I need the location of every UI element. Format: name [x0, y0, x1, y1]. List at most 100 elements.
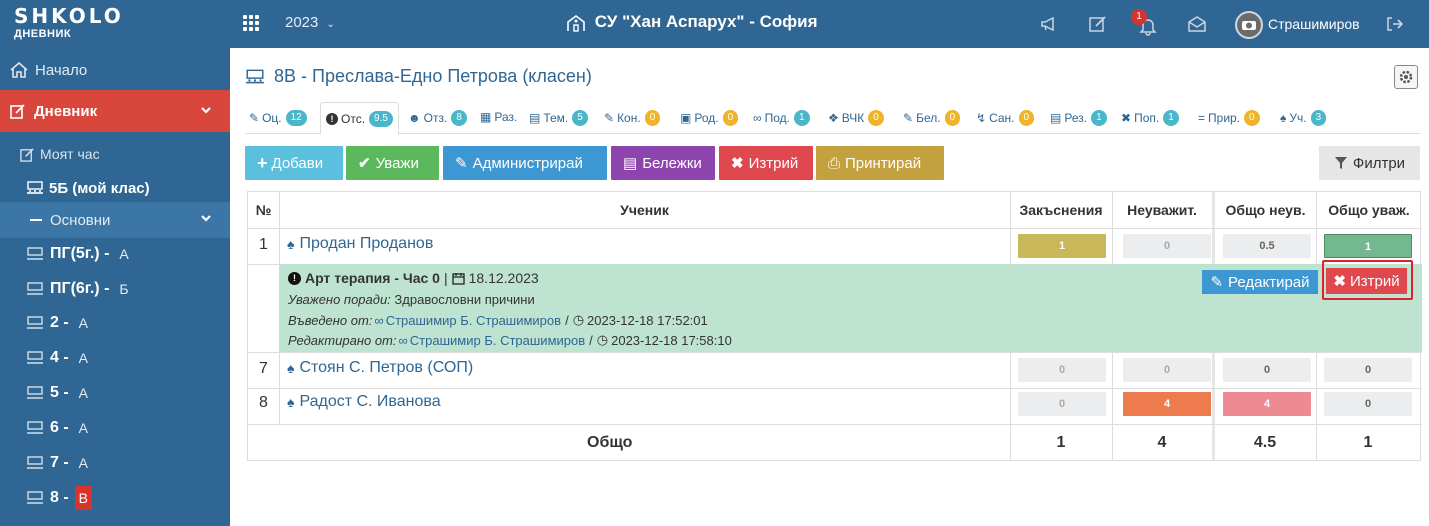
sidebar-item-basic[interactable]: Основни	[0, 202, 230, 238]
tab-count: 1	[793, 110, 810, 126]
tab-feedback[interactable]: ☻ Отз. 8	[408, 110, 467, 126]
sidebar-item-label: 5Б (мой клас)	[49, 179, 150, 197]
detail-header: ! Арт терапия - Час 0 | 18.12.2023	[288, 270, 539, 286]
logout-icon[interactable]	[1384, 14, 1404, 34]
tab-label: Род.	[694, 111, 719, 125]
tab-count: 3	[1310, 110, 1327, 126]
student-link[interactable]: ♠ Продан Проданов	[287, 235, 433, 253]
tab-students[interactable]: ♠ Уч. 3	[1280, 110, 1327, 126]
year-selector[interactable]: 2023 ⌄	[285, 14, 335, 31]
tab-notes[interactable]: ✎ Бел. 0	[903, 110, 961, 126]
col-header-total-excused[interactable]: Общо уваж.	[1316, 192, 1422, 228]
notes-button[interactable]: ▤ Бележки	[611, 146, 715, 180]
tab-natural[interactable]: = Прир. 0	[1198, 110, 1260, 126]
col-header-student[interactable]: Ученик	[279, 192, 1010, 228]
tab-control[interactable]: ✎ Кон. 0	[604, 110, 661, 126]
print-button[interactable]: ⎙ Принтирай	[816, 146, 944, 180]
handshake-icon: ∞	[753, 111, 762, 125]
user-avatar-icon	[1237, 13, 1261, 37]
sidebar-item-class[interactable]: 2 - А	[0, 311, 230, 335]
sidebar-item-class[interactable]: 7 - А	[0, 451, 230, 475]
tab-absences[interactable]: ! Отс. 9.5	[320, 102, 399, 135]
sidebar-item-class[interactable]: 6 - А	[0, 416, 230, 440]
apps-grid-icon[interactable]	[243, 15, 259, 31]
administer-button[interactable]: ✎ Администрирай	[443, 146, 607, 180]
tab-bar: ✎ Оц. 12 ! Отс. 9.5 ☻ Отз. 8 ▦ Раз. ▤ Тем. 5 ✎ Кон…	[245, 102, 1420, 135]
edited-label: Редактирано от:	[288, 332, 397, 348]
unexcused-cell[interactable]: 0	[1123, 358, 1211, 382]
entered-by-link[interactable]: Страшимир Б. Страшимиров	[386, 313, 561, 328]
late-cell[interactable]: 0	[1018, 358, 1106, 382]
tab-label: Кон.	[617, 111, 641, 125]
excuse-button[interactable]: ✔ Уважи	[346, 146, 439, 180]
row-number: 7	[259, 360, 268, 377]
row-number: 1	[259, 236, 268, 253]
unexcused-cell[interactable]: 4	[1123, 392, 1211, 416]
avatar[interactable]	[1235, 11, 1263, 39]
col-header-unexcused[interactable]: Неуважит.	[1112, 192, 1212, 228]
tab-parents[interactable]: ▣ Род. 0	[680, 110, 739, 126]
sidebar-item-my-hour[interactable]: Моят час	[0, 144, 230, 164]
envelope-icon[interactable]	[1187, 14, 1207, 34]
megaphone-icon[interactable]	[1039, 14, 1059, 34]
delete-absence-button[interactable]: ✖ Изтрий	[1326, 268, 1407, 294]
sidebar-item-class[interactable]: ПГ(6г.) - Б	[0, 277, 230, 301]
sidebar-class-section: А	[78, 315, 89, 331]
edit-absence-button[interactable]: ✎ Редактирай	[1202, 270, 1318, 294]
pencil-icon: ✎	[249, 111, 260, 125]
tab-support[interactable]: ∞ Под. 1	[753, 110, 810, 126]
app-logo[interactable]: SHKOLO ДНЕВНИК	[14, 6, 189, 40]
late-cell[interactable]: 1	[1018, 234, 1106, 258]
tab-vchk[interactable]: ❖ ВЧК 0	[828, 110, 884, 126]
chevron-down-icon	[201, 215, 211, 222]
button-label: Редактирай	[1228, 273, 1310, 291]
year-label: 2023	[285, 14, 319, 31]
sidebar-item-class[interactable]: 4 - А	[0, 346, 230, 370]
detail-date: 18.12.2023	[468, 270, 539, 286]
sidebar-item-home[interactable]: Начало	[0, 60, 230, 80]
calendar-icon: ▣	[680, 111, 692, 125]
sidebar-item-class[interactable]: 8 - В	[0, 486, 230, 510]
home-icon	[10, 62, 28, 78]
delete-button[interactable]: ✖ Изтрий	[719, 146, 813, 180]
tab-topics[interactable]: ▤ Тем. 5	[529, 110, 588, 126]
col-header-late[interactable]: Закъснения	[1010, 192, 1112, 228]
col-header-total-unexcused[interactable]: Общо неув.	[1215, 192, 1316, 228]
edited-by-link[interactable]: Страшимир Б. Страшимиров	[410, 333, 585, 348]
settings-button[interactable]	[1394, 65, 1418, 89]
school-title: СУ "Хан Аспарух" - София	[566, 12, 818, 32]
sidebar-item-label: Начало	[35, 61, 88, 79]
col-header-num: №	[255, 202, 272, 218]
tab-results[interactable]: ▤ Рез. 1	[1050, 110, 1107, 126]
tab-sanctions[interactable]: ↯ Сан. 0	[976, 110, 1035, 126]
tab-label: Сан.	[989, 111, 1015, 125]
user-icon: ☻	[408, 111, 421, 125]
username[interactable]: Страшимиров	[1268, 16, 1360, 32]
tab-corrections[interactable]: ✖ Поп. 1	[1121, 110, 1179, 126]
sidebar-item-class[interactable]: ПГ(5г.) - А	[0, 242, 230, 266]
filters-button[interactable]: Филтри	[1319, 146, 1420, 180]
sidebar-item-class[interactable]: 5 - А	[0, 381, 230, 405]
tab-grades[interactable]: ✎ Оц. 12	[249, 110, 307, 126]
sidebar-item-label: Дневник	[34, 102, 98, 120]
tab-count: 0	[1018, 110, 1035, 126]
late-cell[interactable]: 0	[1018, 392, 1106, 416]
school-icon	[567, 14, 585, 32]
add-button[interactable]: + Добави	[245, 146, 343, 180]
sidebar-item-my-class[interactable]: 5Б (мой клас)	[0, 178, 230, 198]
student-link[interactable]: ♠ Радост С. Иванова	[287, 393, 441, 411]
button-label: Принтирай	[845, 154, 922, 172]
unexcused-cell[interactable]: 0	[1123, 234, 1211, 258]
edit-icon: ✎	[1210, 274, 1224, 291]
total-excused-cell[interactable]: 1	[1324, 234, 1412, 258]
classroom-icon	[27, 421, 43, 434]
tab-schedule[interactable]: ▦ Раз.	[480, 110, 517, 124]
total-unexcused-cell: 0.5	[1223, 234, 1311, 258]
sidebar: Начало Дневник Моят час 5Б (мой клас) Ос…	[0, 48, 230, 526]
student-link[interactable]: ♠ Стоян С. Петров (СОП)	[287, 359, 473, 377]
sidebar-item-diary[interactable]: Дневник	[0, 90, 230, 132]
sidebar-class-name: 5 -	[50, 384, 69, 401]
button-label: Уважи	[375, 154, 419, 172]
edit-icon[interactable]	[1088, 14, 1108, 34]
classroom-icon	[27, 456, 43, 469]
